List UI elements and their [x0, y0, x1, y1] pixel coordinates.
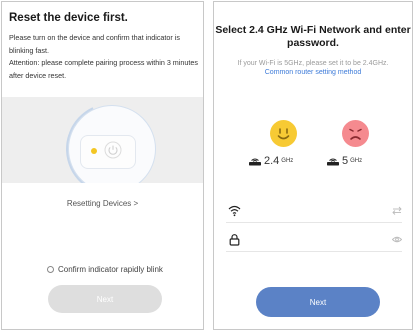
router-icon	[327, 158, 339, 166]
power-icon	[104, 141, 122, 159]
radio-icon[interactable]	[47, 266, 54, 273]
reset-device-screen: Reset the device first. Please turn on t…	[1, 1, 204, 330]
confirm-blink-radio[interactable]: Confirm indicator rapidly blink	[47, 265, 163, 274]
happy-face-icon	[270, 120, 297, 147]
band-5-value: 5	[342, 155, 349, 167]
sad-face-icon	[342, 120, 369, 147]
device-illustration	[2, 97, 203, 183]
subtitle: If your Wi-Fi is 5GHz, please set it to …	[214, 59, 412, 77]
page-title: Reset the device first.	[9, 12, 128, 24]
router-icon	[249, 158, 261, 166]
password-field[interactable]	[226, 228, 402, 252]
band-24-value: 2.4	[264, 155, 280, 167]
band-5-unit: GHz	[350, 158, 363, 164]
show-password-eye-icon[interactable]	[392, 235, 402, 244]
wifi-name-field[interactable]	[226, 199, 402, 223]
instruction-line: Please turn on the device and confirm th…	[9, 33, 180, 55]
band-2-4ghz: 2.4 GHz	[248, 155, 293, 167]
confirm-blink-label: Confirm indicator rapidly blink	[58, 265, 163, 274]
next-button[interactable]: Next	[256, 287, 380, 317]
band-5ghz: 5 GHz	[326, 155, 362, 167]
wifi-icon	[228, 205, 241, 217]
password-input[interactable]	[246, 232, 386, 248]
resetting-devices-link[interactable]: Resetting Devices >	[2, 199, 203, 208]
router-setting-link[interactable]: Common router setting method	[214, 68, 412, 77]
indicator-light-icon	[91, 148, 97, 154]
band-24-unit: GHz	[281, 158, 294, 164]
wifi-name-input[interactable]	[246, 203, 386, 219]
subtitle-text: If your Wi-Fi is 5GHz, please set it to …	[237, 60, 389, 67]
page-title: Select 2.4 GHz Wi-Fi Network and enter p…	[215, 24, 411, 49]
wifi-setup-screen: Select 2.4 GHz Wi-Fi Network and enter p…	[213, 1, 413, 330]
lock-icon	[229, 234, 240, 246]
next-button-disabled[interactable]: Next	[48, 285, 162, 313]
switch-network-icon[interactable]	[392, 206, 402, 215]
attention-line: Attention: please complete pairing proce…	[9, 58, 198, 80]
instructions-text: Please turn on the device and confirm th…	[9, 32, 199, 82]
